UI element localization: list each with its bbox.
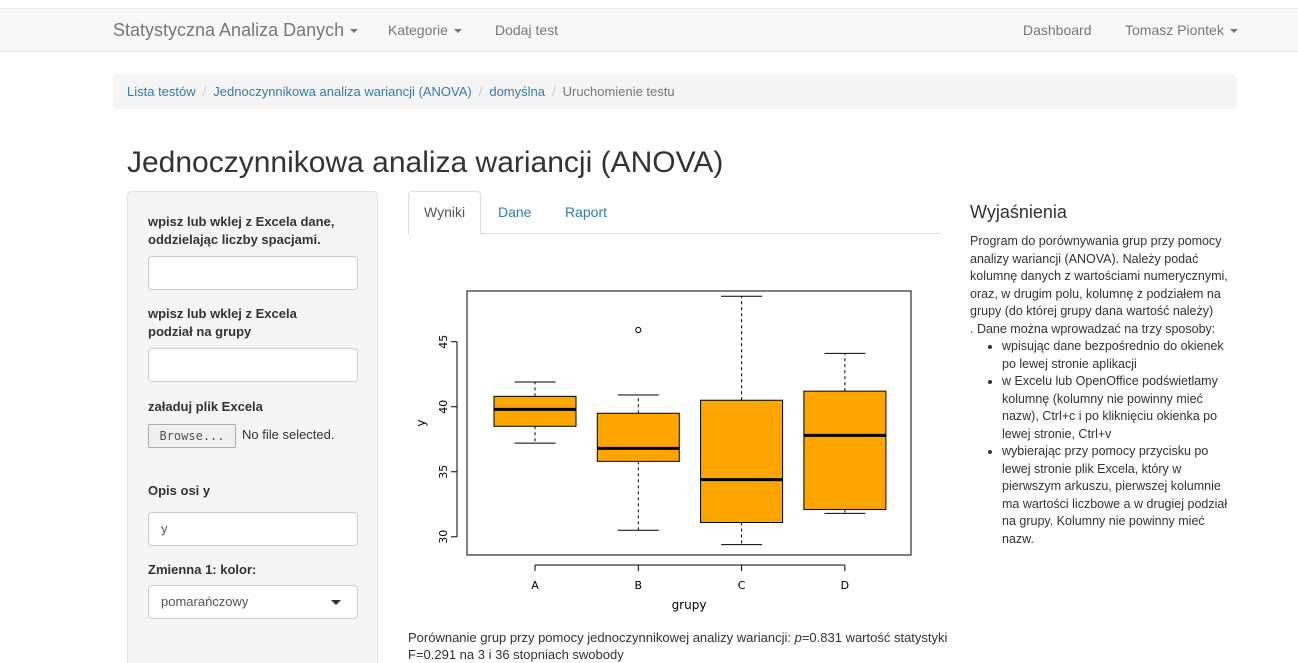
result-tabs: Wyniki Dane Raport [408,191,941,235]
list-item: wpisując dane bezpośrednio do okienek po… [1002,338,1240,373]
box-A [493,395,577,427]
anova-summary: Porównanie grup przy pomocy jednoczynnik… [408,629,948,663]
tab-dane[interactable]: Dane [483,191,546,234]
dashboard-link[interactable]: Dashboard [1023,9,1092,52]
kategorie-menu[interactable]: Kategorie [388,9,462,52]
browse-button[interactable]: Browse... [148,424,236,448]
explanations-title: Wyjaśnienia [970,202,1067,222]
breadcrumb-separator: / [551,84,556,99]
x-tick-label: C [738,579,746,592]
user-name: Tomasz Piontek [1125,22,1224,38]
summary-p-symbol: p [794,630,802,645]
dodaj-test-link[interactable]: Dodaj test [495,9,558,52]
groups-input[interactable] [148,348,358,382]
summary-prefix: Porównanie grup przy pomocy jednoczynnik… [408,630,795,645]
data-input-label: wpisz lub wklej z Excela dane, oddzielaj… [148,214,335,247]
explanations-body: Program do porównywania grup przy pomocy… [970,233,1240,548]
kategorie-label: Kategorie [388,22,448,38]
x-tick-label: A [531,579,539,592]
x-tick-label: B [635,579,643,592]
brand-menu[interactable]: Statystyczna Analiza Danych [113,9,359,52]
caret-down-icon [350,29,359,34]
y-tick-label: 40 [437,400,450,414]
box-B [596,412,680,462]
color-select[interactable]: pomarańczowy [148,585,358,619]
y-tick-label: 30 [437,530,450,544]
y-tick-label: 45 [437,335,450,349]
axis-label-title: Opis osi y [148,483,211,498]
breadcrumb-separator: / [202,84,207,99]
data-input[interactable] [148,256,358,290]
chevron-down-icon [331,600,341,605]
box-C [700,399,784,523]
navbar: Statystyczna Analiza Danych Kategorie Do… [0,8,1298,52]
file-status: No file selected. [242,427,335,442]
groups-input-label: wpisz lub wklej z Excela podział na grup… [148,306,297,339]
tab-wyniki[interactable]: Wyniki [408,191,482,235]
explanations-ways-list: wpisując dane bezpośrednio do okienek po… [970,338,1240,548]
breadcrumb-separator: / [478,84,483,99]
breadcrumb-item-anova[interactable]: Jednoczynnikowa analiza wariancji (ANOVA… [213,84,471,99]
outlier-point [635,326,642,334]
x-axis-title: grupy [672,598,707,612]
breadcrumb-item-domyslna[interactable]: domyślna [489,84,545,99]
page-title: Jednoczynnikowa analiza wariancji (ANOVA… [127,146,724,179]
y-axis-title: y [414,419,428,426]
input-sidebar: wpisz lub wklej z Excela dane, oddzielaj… [127,191,378,663]
x-tick-label: D [841,579,849,592]
brand-label: Statystyczna Analiza Danych [113,20,345,40]
box-D [803,390,887,510]
explanations-ways-intro: . Dane można wprowadzać na trzy sposoby: [970,321,1216,336]
file-upload-label: załaduj plik Excela [148,399,263,414]
breadcrumb-item-current: Uruchomienie testu [562,84,675,99]
anova-boxplot: 30 35 40 45 A B C Dgrupy y [414,290,912,612]
color-select-value: pomarańczowy [161,594,249,609]
user-menu[interactable]: Tomasz Piontek [1125,9,1238,52]
color-select-label: Zmienna 1: kolor: [148,562,257,577]
list-item: w Excelu lub OpenOffice podświetlamy kol… [1002,373,1240,443]
explanations-intro: Program do porównywania grup przy pomocy… [970,234,1228,318]
tab-raport[interactable]: Raport [550,191,622,234]
caret-down-icon [1229,29,1238,34]
axis-label-input[interactable]: y [148,512,358,546]
breadcrumb: Lista testów / Jednoczynnikowa analiza war… [113,74,1237,109]
caret-down-icon [453,29,462,34]
breadcrumb-item-lista-testow[interactable]: Lista testów [127,84,196,99]
list-item: wybierając przy pomocy przycisku po lewe… [1002,443,1240,548]
y-tick-label: 35 [437,465,450,479]
